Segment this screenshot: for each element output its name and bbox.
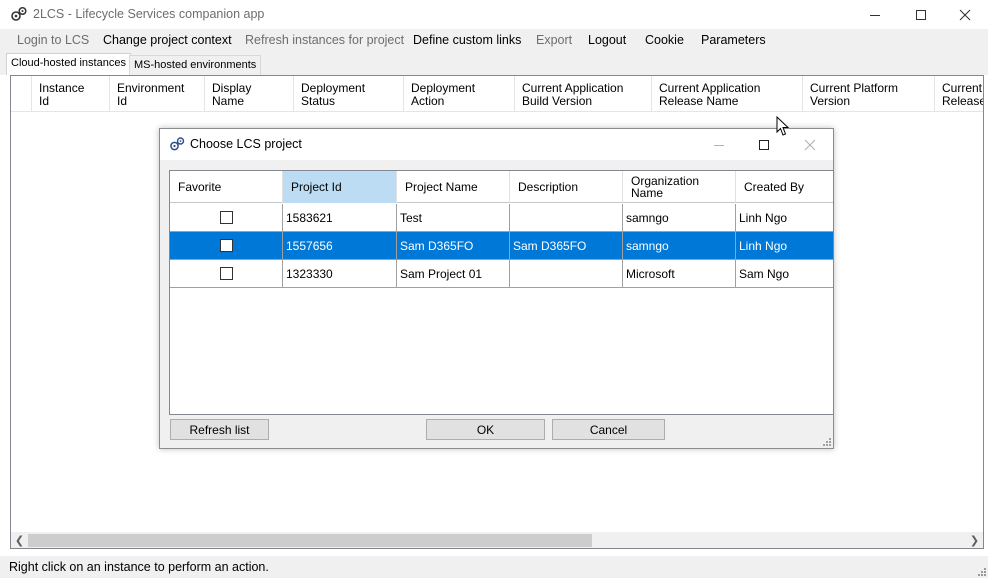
project-id-cell: 1323330 — [283, 260, 397, 287]
dialog-close-button[interactable] — [787, 129, 833, 160]
project-id-cell: 1583621 — [283, 204, 397, 231]
column-header-environment-id[interactable]: Environment Id — [110, 76, 205, 112]
menu-bar: Login to LCS Change project context Refr… — [0, 29, 988, 53]
status-text: Right click on an instance to perform an… — [9, 560, 269, 574]
favorite-cell — [170, 232, 283, 259]
status-bar: Right click on an instance to perform an… — [0, 556, 988, 578]
column-header-project-name[interactable]: Project Name — [397, 171, 510, 203]
table-row[interactable]: 1583621 Test samngo Linh Ngo — [170, 204, 833, 232]
column-header-favorite[interactable]: Favorite — [170, 171, 283, 203]
menu-parameters[interactable]: Parameters — [701, 33, 766, 47]
tab-ms-hosted[interactable]: MS-hosted environments — [129, 55, 262, 75]
column-header-app-release-name[interactable]: Current Application Release Name — [652, 76, 803, 112]
created-by-cell: Linh Ngo — [736, 204, 833, 231]
description-cell — [510, 204, 623, 231]
column-header-deployment-action[interactable]: Deployment Action — [404, 76, 515, 112]
cancel-button[interactable]: Cancel — [552, 419, 665, 440]
favorite-cell — [170, 204, 283, 231]
column-header-description[interactable]: Description — [510, 171, 623, 203]
horizontal-scrollbar[interactable]: ❮ ❯ — [11, 532, 983, 548]
ok-button[interactable]: OK — [426, 419, 545, 440]
scroll-right-icon[interactable]: ❯ — [966, 532, 983, 548]
menu-refresh-instances[interactable]: Refresh instances for project — [245, 33, 404, 47]
created-by-cell: Sam Ngo — [736, 260, 833, 287]
close-button[interactable] — [942, 0, 988, 29]
dialog-title: Choose LCS project — [190, 137, 302, 151]
instances-grid-header: Instance Id Environment Id Display Name Dep… — [11, 76, 983, 112]
minimize-icon — [714, 144, 724, 146]
table-row-selected[interactable]: 1557656 Sam D365FO Sam D365FO samngo Lin… — [170, 232, 833, 260]
dialog-gears-icon — [170, 137, 185, 151]
menu-custom-links[interactable]: Define custom links — [413, 33, 521, 47]
favorite-checkbox[interactable] — [219, 211, 233, 224]
menu-export[interactable]: Export — [536, 33, 572, 47]
title-bar: 2LCS - Lifecycle Services companion app — [0, 0, 988, 29]
mouse-cursor-icon — [776, 116, 790, 136]
maximize-button[interactable] — [898, 0, 944, 29]
tab-cloud-hosted[interactable]: Cloud-hosted instances — [6, 53, 131, 75]
favorite-cell — [170, 260, 283, 287]
row-header-cell — [11, 76, 32, 112]
dialog-minimize-button[interactable] — [696, 129, 742, 160]
organization-cell: samngo — [623, 204, 736, 231]
menu-login[interactable]: Login to LCS — [17, 33, 89, 47]
created-by-cell: Linh Ngo — [736, 232, 833, 259]
projects-grid-header: Favorite Project Id Project Name Descrip… — [170, 171, 833, 203]
organization-cell: samngo — [623, 232, 736, 259]
column-header-project-id[interactable]: Project Id — [283, 171, 397, 203]
close-icon — [959, 9, 971, 20]
scroll-left-icon[interactable]: ❮ — [11, 532, 28, 548]
close-icon — [804, 139, 816, 150]
column-header-created-by[interactable]: Created By — [736, 171, 833, 203]
menu-change-project[interactable]: Change project context — [103, 33, 232, 47]
projects-grid[interactable]: Favorite Project Id Project Name Descrip… — [169, 170, 834, 415]
resize-grip-icon[interactable] — [976, 566, 986, 576]
project-id-cell: 1557656 — [283, 232, 397, 259]
description-cell: Sam D365FO — [510, 232, 623, 259]
menu-cookie[interactable]: Cookie — [645, 33, 684, 47]
window-title: 2LCS - Lifecycle Services companion app — [33, 7, 265, 21]
favorite-checkbox[interactable] — [219, 267, 233, 280]
column-header-app-build-version[interactable]: Current Application Build Version — [515, 76, 652, 112]
refresh-list-button[interactable]: Refresh list — [170, 419, 269, 440]
project-name-cell: Sam Project 01 — [397, 260, 510, 287]
app-gears-icon — [11, 6, 27, 21]
tab-strip: Cloud-hosted instances MS-hosted environ… — [0, 53, 988, 75]
description-cell — [510, 260, 623, 287]
organization-cell: Microsoft — [623, 260, 736, 287]
minimize-button[interactable] — [852, 0, 898, 29]
favorite-checkbox[interactable] — [219, 239, 233, 252]
dialog-resize-grip-icon[interactable] — [822, 437, 831, 446]
column-header-display-name[interactable]: Display Name — [205, 76, 294, 112]
menu-logout[interactable]: Logout — [588, 33, 626, 47]
column-header-organization-name[interactable]: Organization Name — [623, 171, 736, 203]
choose-project-dialog: Choose LCS project Favorite Project Id P… — [159, 128, 834, 449]
column-header-instance-id[interactable]: Instance Id — [32, 76, 110, 112]
dialog-title-bar: Choose LCS project — [160, 129, 833, 160]
scrollbar-thumb[interactable] — [28, 534, 592, 547]
project-name-cell: Test — [397, 204, 510, 231]
table-row[interactable]: 1323330 Sam Project 01 Microsoft Sam Ngo — [170, 260, 833, 288]
maximize-icon — [759, 139, 769, 150]
project-name-cell: Sam D365FO — [397, 232, 510, 259]
maximize-icon — [916, 9, 926, 20]
column-header-platform-version[interactable]: Current Platform Version — [803, 76, 935, 112]
column-header-platform-release[interactable]: Current PRelease — [935, 76, 983, 112]
minimize-icon — [870, 14, 880, 16]
column-header-deployment-status[interactable]: Deployment Status — [294, 76, 404, 112]
